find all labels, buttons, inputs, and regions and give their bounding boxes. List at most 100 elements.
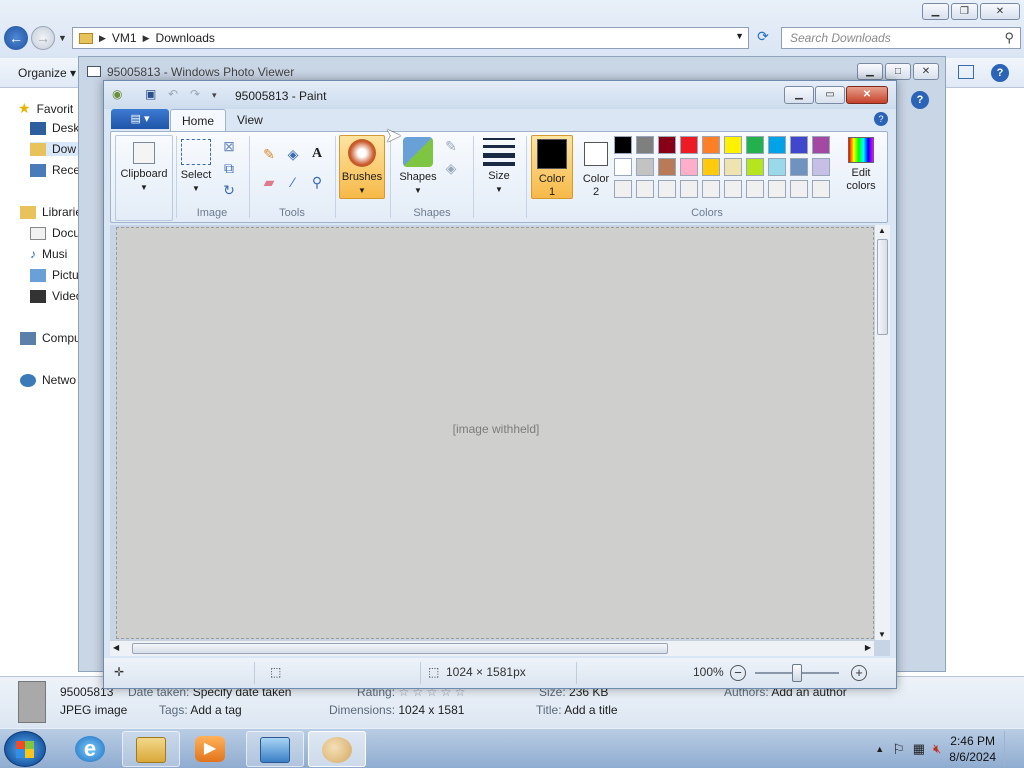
help-icon[interactable]: ? <box>911 91 929 109</box>
taskbar-internet-explorer[interactable]: e <box>62 731 120 767</box>
preview-pane-icon[interactable] <box>958 65 974 79</box>
restore-button[interactable]: ❐ <box>951 3 978 20</box>
nav-recent[interactable]: Rece <box>30 163 80 177</box>
help-icon[interactable]: ? <box>991 64 1009 82</box>
tab-view[interactable]: View <box>226 109 274 131</box>
taskbar-media-player[interactable]: ▶ <box>182 731 240 767</box>
action-center-flag-icon[interactable]: ⚐ <box>892 741 905 758</box>
zoom-in-button[interactable]: + <box>851 665 867 681</box>
zoom-out-button[interactable]: − <box>730 665 746 681</box>
drawing-canvas[interactable]: [image withheld] <box>116 227 874 639</box>
color-picker-icon[interactable]: ⁄ <box>283 172 303 192</box>
resize-icon[interactable]: ⧉ <box>219 158 239 178</box>
nav-downloads[interactable]: Dow <box>30 142 78 156</box>
help-icon[interactable]: ? <box>874 112 888 126</box>
palette-swatch[interactable] <box>724 180 742 198</box>
palette-swatch[interactable] <box>658 158 676 176</box>
title-value[interactable]: Add a title <box>564 703 617 717</box>
forward-button[interactable]: → <box>31 26 55 50</box>
show-desktop-button[interactable] <box>1004 731 1014 767</box>
nav-pictures[interactable]: Pictu <box>30 268 79 282</box>
palette-swatch[interactable] <box>702 136 720 154</box>
chevron-right-icon[interactable]: ▶ <box>99 33 106 44</box>
clock[interactable]: 2:46 PM 8/6/2024 <box>949 733 996 765</box>
nav-computer[interactable]: Compu <box>20 331 81 345</box>
organize-button[interactable]: Organize ▾ <box>18 66 76 80</box>
outline-icon[interactable]: ✎ <box>441 136 461 156</box>
palette-swatch[interactable] <box>702 158 720 176</box>
size-button[interactable]: Size ▼ <box>481 135 517 196</box>
taskbar-paint[interactable] <box>308 731 366 767</box>
show-hidden-icons-icon[interactable]: ▲ <box>875 744 884 754</box>
tab-home[interactable]: Home <box>170 109 227 131</box>
scroll-up-icon[interactable]: ▲ <box>878 226 886 235</box>
magnifier-icon[interactable]: ⚲ <box>307 172 327 192</box>
volume-muted-icon[interactable]: 🔇︎ <box>933 741 941 757</box>
taskbar-photo-viewer[interactable] <box>246 731 304 767</box>
clipboard-button[interactable]: Clipboard ▼ <box>115 135 173 221</box>
redo-icon[interactable]: ↷ <box>190 87 200 101</box>
zoom-slider-knob[interactable] <box>792 664 802 682</box>
palette-swatch[interactable] <box>790 136 808 154</box>
pencil-icon[interactable]: ✎ <box>259 144 279 164</box>
palette-swatch[interactable] <box>812 158 830 176</box>
network-icon[interactable]: ▦ <box>913 741 925 757</box>
search-input[interactable]: Search Downloads ⚲ <box>781 27 1021 49</box>
close-button[interactable]: ✕ <box>980 3 1020 20</box>
recent-pages-dropdown[interactable]: ▼ <box>58 33 67 43</box>
minimize-button[interactable]: ▁ <box>784 86 814 104</box>
minimize-button[interactable]: ▁ <box>857 63 883 80</box>
palette-swatch[interactable] <box>636 158 654 176</box>
chevron-down-icon[interactable]: ▼ <box>735 31 744 41</box>
search-icon[interactable]: ⚲ <box>1004 30 1014 46</box>
select-button[interactable]: Select ▼ <box>179 135 213 195</box>
vertical-scroll-thumb[interactable] <box>877 239 888 335</box>
brushes-button[interactable]: Brushes ▼ <box>339 135 385 199</box>
maximize-button[interactable]: ▭ <box>815 86 845 104</box>
tags-value[interactable]: Add a tag <box>190 703 241 717</box>
scroll-left-icon[interactable]: ◀ <box>113 643 119 652</box>
palette-swatch[interactable] <box>746 180 764 198</box>
nav-music[interactable]: ♪ Musi <box>30 247 67 261</box>
palette-swatch[interactable] <box>636 180 654 198</box>
nav-videos[interactable]: Video <box>30 289 82 303</box>
shape-fill-icon[interactable]: ◈ <box>441 158 461 178</box>
maximize-button[interactable]: □ <box>885 63 911 80</box>
chevron-right-icon[interactable]: ▶ <box>143 33 150 44</box>
nav-network[interactable]: Netwo <box>20 373 76 387</box>
address-bar[interactable]: ▶ VM1 ▶ Downloads ▼ <box>72 27 749 49</box>
color1-button[interactable]: Color 1 <box>531 135 573 199</box>
close-button[interactable]: ✕ <box>913 63 939 80</box>
palette-swatch[interactable] <box>746 158 764 176</box>
horizontal-scroll-thumb[interactable] <box>132 643 668 654</box>
palette-swatch[interactable] <box>614 136 632 154</box>
taskbar-explorer[interactable] <box>122 731 180 767</box>
eraser-icon[interactable]: ▰ <box>259 172 279 192</box>
text-icon[interactable]: A <box>307 144 327 164</box>
start-button[interactable] <box>4 731 46 767</box>
undo-icon[interactable]: ↶ <box>168 87 178 101</box>
refresh-icon[interactable]: ⟳ <box>753 28 773 48</box>
palette-swatch[interactable] <box>680 136 698 154</box>
palette-swatch[interactable] <box>812 180 830 198</box>
breadcrumb-downloads[interactable]: Downloads <box>156 31 215 45</box>
back-button[interactable]: ← <box>4 26 28 50</box>
save-icon[interactable]: ▣ <box>145 87 156 101</box>
palette-swatch[interactable] <box>614 180 632 198</box>
color2-button[interactable]: Color 2 <box>577 135 615 199</box>
paint-app-icon[interactable]: ◉ <box>112 87 122 101</box>
palette-swatch[interactable] <box>768 158 786 176</box>
nav-favorites[interactable]: ★ Favorit <box>18 100 73 117</box>
edit-colors-button[interactable]: Edit colors <box>839 137 883 193</box>
palette-swatch[interactable] <box>724 158 742 176</box>
customize-quick-access-icon[interactable]: ▾ <box>212 90 217 101</box>
palette-swatch[interactable] <box>614 158 632 176</box>
paint-menu-button[interactable]: ▤ ▾ <box>111 109 169 129</box>
horizontal-scrollbar[interactable]: ◀ ▶ <box>110 640 874 656</box>
crop-icon[interactable]: ⊠ <box>219 136 239 156</box>
palette-swatch[interactable] <box>680 180 698 198</box>
close-button[interactable]: ✕ <box>846 86 888 104</box>
fill-icon[interactable]: ◈ <box>283 144 303 164</box>
scroll-right-icon[interactable]: ▶ <box>865 643 871 652</box>
breadcrumb-vm1[interactable]: VM1 <box>112 31 137 45</box>
